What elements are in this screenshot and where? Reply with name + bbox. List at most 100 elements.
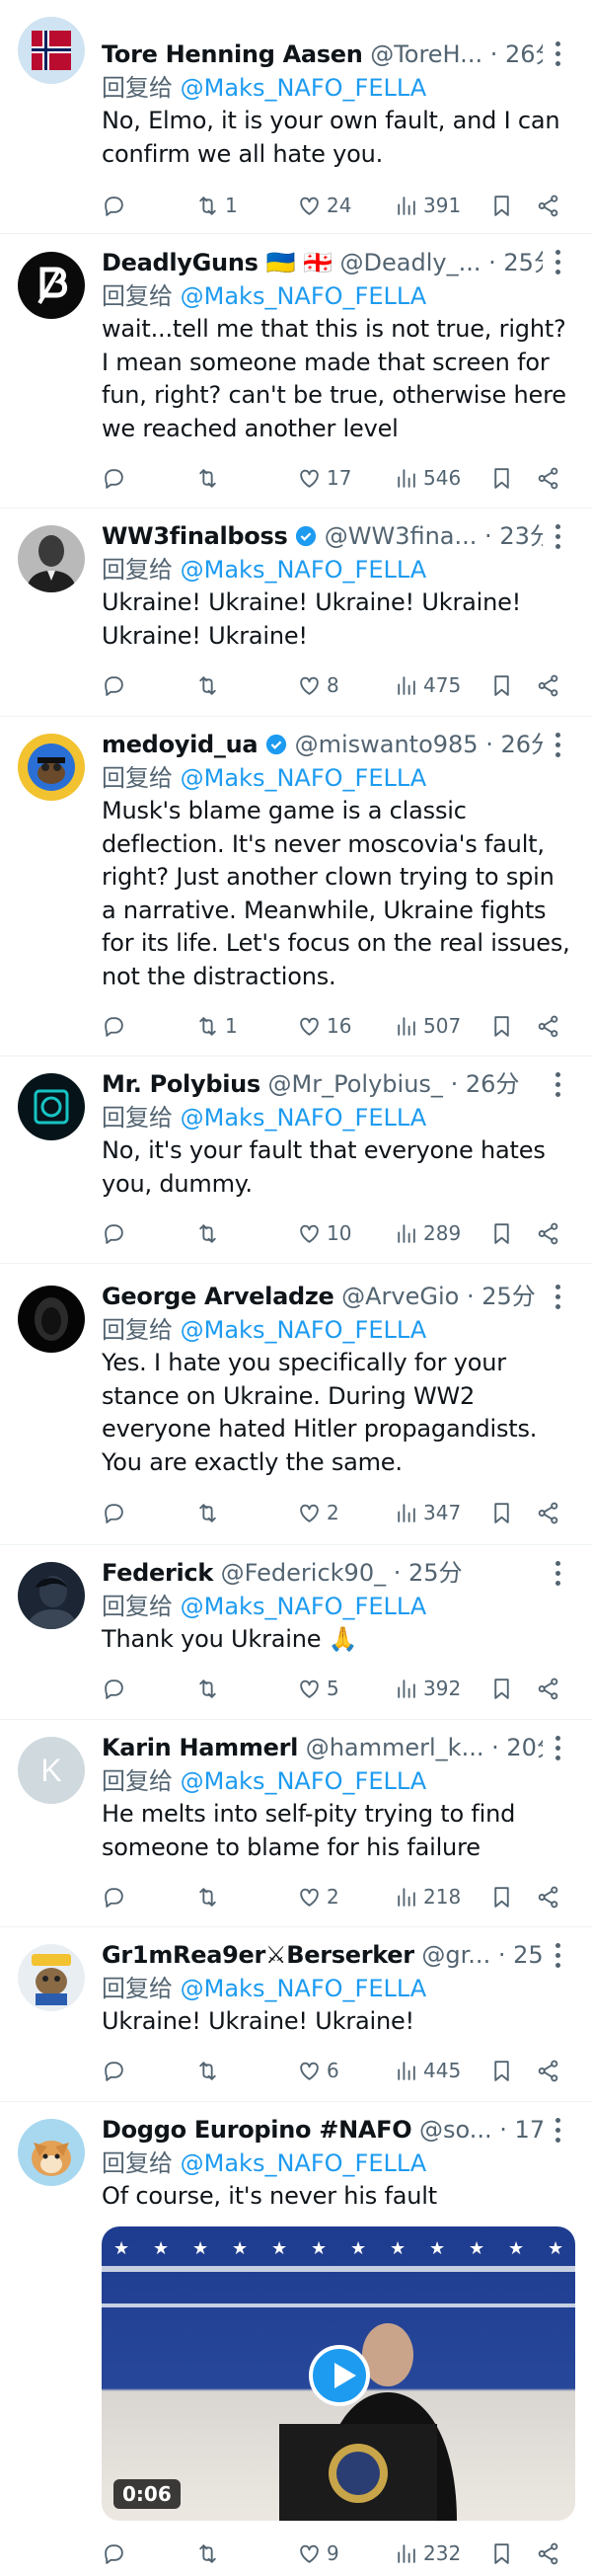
more-icon[interactable] <box>543 2116 572 2146</box>
user-handle[interactable]: @Federick90_ <box>221 1559 386 1587</box>
bookmark-button[interactable] <box>489 1009 514 1043</box>
avatar[interactable] <box>18 525 85 592</box>
display-name[interactable]: George Arveladze <box>102 1283 334 1310</box>
mention-link[interactable]: @Maks_NAFO_FELLA <box>181 1593 427 1620</box>
timestamp[interactable]: 17分 <box>515 2116 543 2144</box>
mention-link[interactable]: @Maks_NAFO_FELLA <box>181 74 427 102</box>
views-button[interactable]: 232 <box>394 2537 461 2570</box>
share-button[interactable] <box>536 461 560 495</box>
more-icon[interactable] <box>543 1734 572 1763</box>
bookmark-button[interactable] <box>489 668 514 702</box>
reply-item[interactable]: medoyid_ua @miswanto985 · 26分 回复给 @Maks_… <box>0 717 592 1056</box>
user-handle[interactable]: @ToreH... <box>370 40 482 68</box>
mention-link[interactable]: @Maks_NAFO_FELLA <box>181 1104 427 1132</box>
timestamp[interactable]: 23分 <box>499 522 543 550</box>
display-name[interactable]: Federick <box>102 1559 213 1587</box>
avatar[interactable] <box>18 734 85 801</box>
avatar[interactable] <box>18 2119 85 2186</box>
display-name[interactable]: Doggo Europino #NAFO <box>102 2116 412 2144</box>
share-button[interactable] <box>536 1216 560 1250</box>
more-icon[interactable] <box>543 1070 572 1100</box>
timestamp[interactable]: 26分 <box>505 40 543 68</box>
reply-item[interactable]: Mr. Polybius @Mr_Polybius_ · 26分 回复给 @Ma… <box>0 1056 592 1264</box>
like-button[interactable]: 16 <box>297 1009 351 1043</box>
reply-button[interactable] <box>102 1496 126 1529</box>
share-button[interactable] <box>536 668 560 702</box>
retweet-button[interactable] <box>195 2537 225 2570</box>
like-button[interactable]: 24 <box>297 189 351 222</box>
reply-item[interactable]: WW3finalboss @WW3fina... · 23分 回复给 @Maks… <box>0 508 592 717</box>
reply-button[interactable] <box>102 1672 126 1705</box>
like-button[interactable]: 8 <box>297 668 339 702</box>
avatar[interactable] <box>18 252 85 319</box>
share-button[interactable] <box>536 1672 560 1705</box>
retweet-button[interactable] <box>195 2054 225 2087</box>
display-name[interactable]: Gr1mRea9er⚔Berserker <box>102 1941 414 1969</box>
user-handle[interactable]: @hammerl_k... <box>306 1734 484 1761</box>
more-icon[interactable] <box>543 248 572 277</box>
reply-button[interactable] <box>102 668 126 702</box>
mention-link[interactable]: @Maks_NAFO_FELLA <box>181 556 427 584</box>
display-name[interactable]: Mr. Polybius <box>102 1070 260 1098</box>
user-handle[interactable]: @Mr_Polybius_ <box>268 1070 443 1098</box>
reply-button[interactable] <box>102 1009 126 1043</box>
avatar[interactable] <box>18 1562 85 1629</box>
mention-link[interactable]: @Maks_NAFO_FELLA <box>181 1316 427 1344</box>
display-name[interactable]: Tore Henning Aasen <box>102 40 363 68</box>
views-button[interactable]: 392 <box>394 1672 461 1705</box>
more-icon[interactable] <box>543 1283 572 1312</box>
mention-link[interactable]: @Maks_NAFO_FELLA <box>181 1975 427 2002</box>
user-handle[interactable]: @Deadly_... <box>340 249 481 276</box>
bookmark-button[interactable] <box>489 189 514 222</box>
mention-link[interactable]: @Maks_NAFO_FELLA <box>181 2149 427 2177</box>
avatar[interactable] <box>18 17 85 84</box>
reply-button[interactable] <box>102 2537 126 2570</box>
play-icon[interactable] <box>309 2345 370 2406</box>
like-button[interactable]: 6 <box>297 2054 339 2087</box>
views-button[interactable]: 347 <box>394 1496 461 1529</box>
mention-link[interactable]: @Maks_NAFO_FELLA <box>181 1767 427 1795</box>
timestamp[interactable]: 25分 <box>513 1941 543 1969</box>
reply-button[interactable] <box>102 1216 126 1250</box>
bookmark-button[interactable] <box>489 1880 514 1913</box>
user-handle[interactable]: @miswanto985 <box>295 731 479 758</box>
reply-item[interactable]: Gr1mRea9er⚔Berserker @gr... · 25分 回复给 @M… <box>0 1927 592 2102</box>
retweet-button[interactable] <box>195 1216 225 1250</box>
retweet-button[interactable]: 1 <box>195 1009 238 1043</box>
share-button[interactable] <box>536 1880 560 1913</box>
user-handle[interactable]: @ArveGio <box>341 1283 459 1310</box>
user-handle[interactable]: @WW3fina... <box>325 522 478 550</box>
share-button[interactable] <box>536 2537 560 2570</box>
bookmark-button[interactable] <box>489 2054 514 2087</box>
reply-item[interactable]: K Karin Hammerl @hammerl_k... · 20分 回复给 … <box>0 1720 592 1927</box>
avatar[interactable]: K <box>18 1737 85 1804</box>
timestamp[interactable]: 25分 <box>408 1559 463 1587</box>
views-button[interactable]: 218 <box>394 1880 461 1913</box>
views-button[interactable]: 289 <box>394 1216 461 1250</box>
retweet-button[interactable] <box>195 461 225 495</box>
more-icon[interactable] <box>543 1941 572 1971</box>
like-button[interactable]: 17 <box>297 461 351 495</box>
display-name[interactable]: WW3finalboss <box>102 522 288 550</box>
reply-item[interactable]: DeadlyGuns 🇺🇦 🇬🇪 @Deadly_... · 25分 回复给 @… <box>0 234 592 508</box>
reply-item[interactable]: Tore Henning Aasen @ToreH... · 26分 回复给 @… <box>0 0 592 234</box>
avatar[interactable] <box>18 1944 85 2011</box>
user-handle[interactable]: @so... <box>419 2116 492 2144</box>
more-icon[interactable] <box>543 731 572 760</box>
like-button[interactable]: 2 <box>297 1496 339 1529</box>
reply-button[interactable] <box>102 1880 126 1913</box>
like-button[interactable]: 5 <box>297 1672 339 1705</box>
retweet-button[interactable] <box>195 1672 225 1705</box>
bookmark-button[interactable] <box>489 461 514 495</box>
timestamp[interactable]: 25分 <box>481 1283 536 1310</box>
views-button[interactable]: 445 <box>394 2054 461 2087</box>
timestamp[interactable]: 26分 <box>466 1070 520 1098</box>
views-button[interactable]: 391 <box>394 189 461 222</box>
avatar[interactable] <box>18 1286 85 1353</box>
retweet-button[interactable] <box>195 1496 225 1529</box>
views-button[interactable]: 546 <box>394 461 461 495</box>
views-button[interactable]: 475 <box>394 668 461 702</box>
video-player[interactable]: ★ ★ ★ ★ ★ ★ ★ ★ ★ ★ ★ ★ 0:06 <box>102 2226 575 2521</box>
bookmark-button[interactable] <box>489 2537 514 2570</box>
share-button[interactable] <box>536 1496 560 1529</box>
